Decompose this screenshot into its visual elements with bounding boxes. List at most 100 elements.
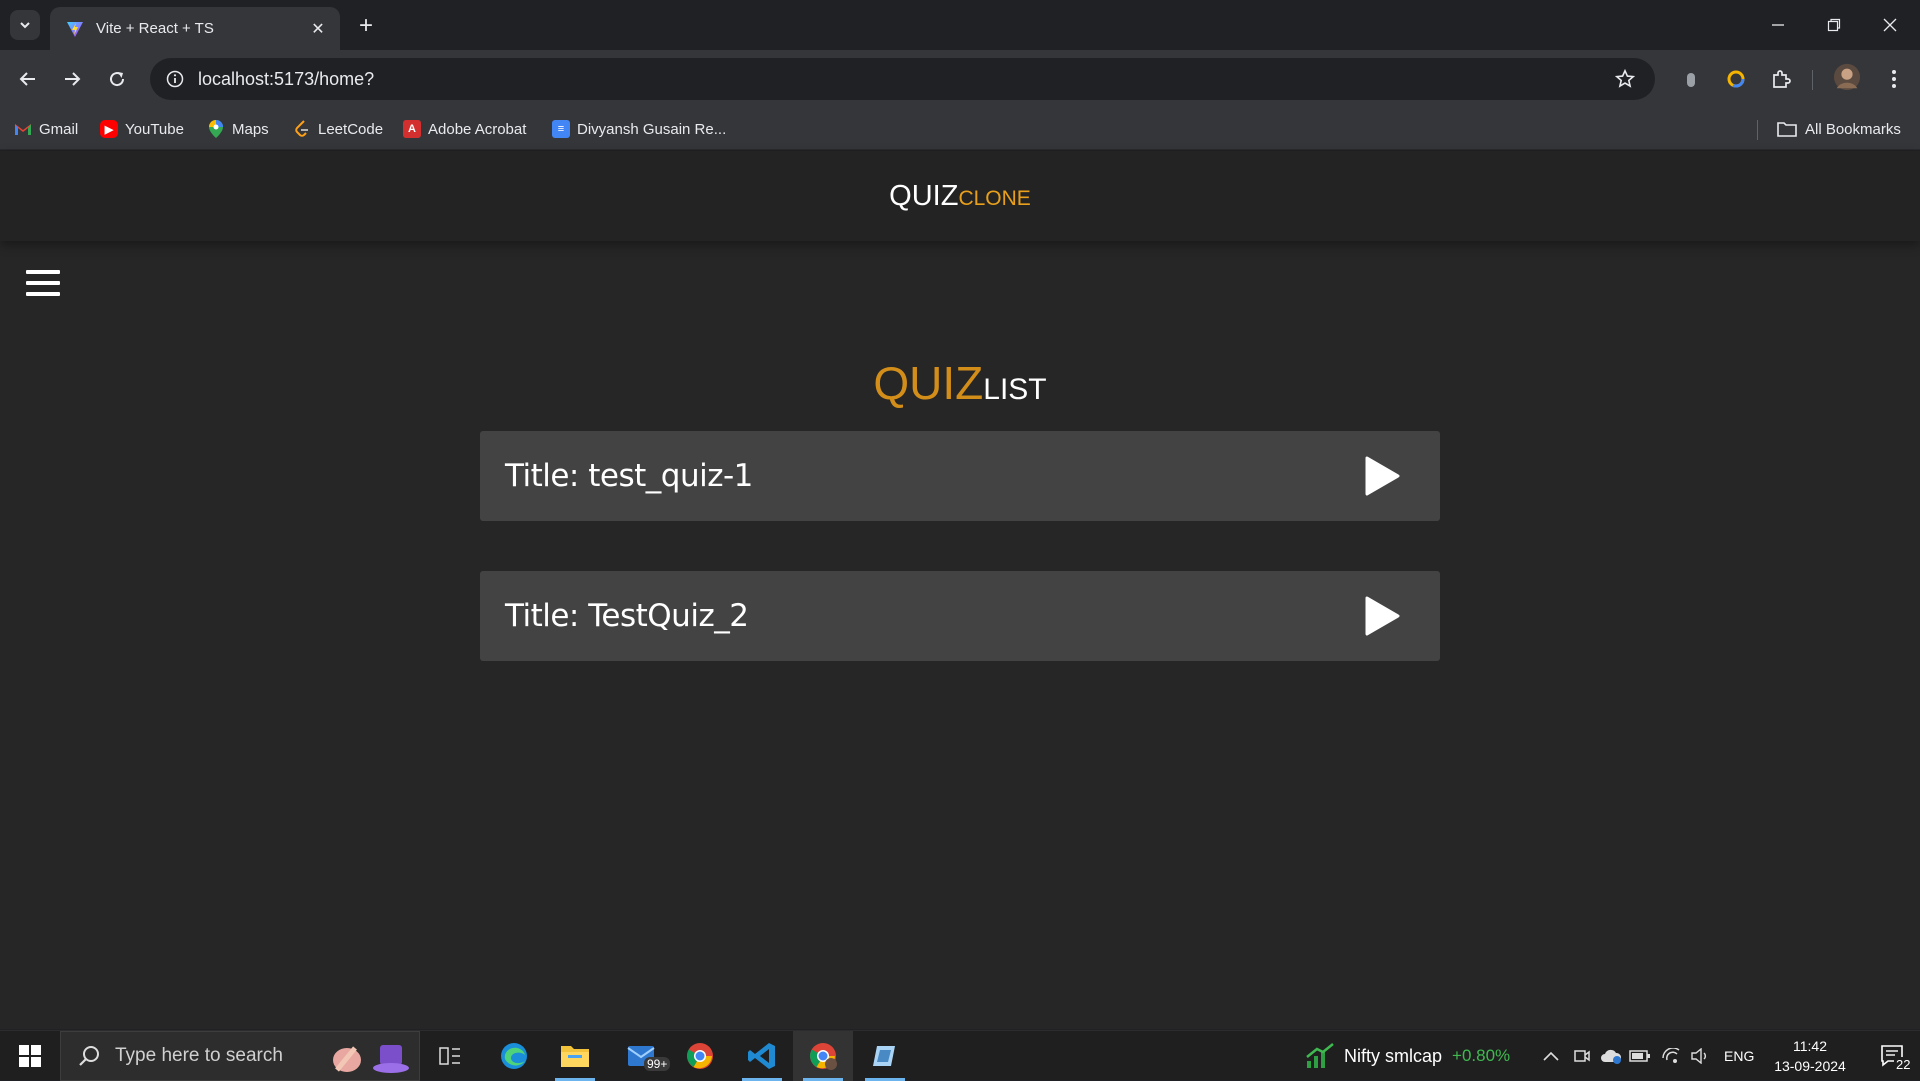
address-bar[interactable]: localhost:5173/home? xyxy=(150,58,1655,100)
notification-count: 22 xyxy=(1894,1057,1913,1072)
bookmark-label: Adobe Acrobat xyxy=(428,120,527,138)
brand-main: QUIZ xyxy=(889,179,959,212)
taskbar-chrome-profile[interactable] xyxy=(793,1031,853,1081)
browser-tab[interactable]: Vite + React + TS ✕ xyxy=(50,7,340,50)
chevron-down-icon xyxy=(20,22,30,29)
bookmark-adobe-acrobat[interactable]: A Adobe Acrobat xyxy=(403,108,526,150)
url-text[interactable]: localhost:5173/home? xyxy=(198,69,1613,90)
close-icon xyxy=(1883,18,1897,32)
tab-strip: Vite + React + TS ✕ + xyxy=(0,0,1920,50)
app-icon xyxy=(873,1046,895,1066)
bookmark-label: YouTube xyxy=(125,120,184,138)
taskbar-edge[interactable] xyxy=(484,1031,544,1081)
stock-change: +0.80% xyxy=(1452,1046,1511,1065)
docs-icon: ≡ xyxy=(552,120,570,138)
task-view-icon xyxy=(439,1047,460,1065)
wifi-icon[interactable] xyxy=(1660,1045,1682,1067)
onedrive-icon[interactable] xyxy=(1600,1045,1622,1067)
quiz-card[interactable]: Title: test_quiz-1 xyxy=(480,431,1440,521)
bookmarks-bar: Gmail ▶ YouTube Maps LeetCode A Adobe Ac… xyxy=(0,108,1920,150)
taskbar-vscode[interactable] xyxy=(732,1031,792,1081)
taskbar-mail[interactable]: 99+ xyxy=(612,1031,672,1081)
notification-center-button[interactable]: 22 xyxy=(1866,1031,1920,1081)
back-button[interactable] xyxy=(12,63,44,95)
minimize-button[interactable] xyxy=(1750,0,1806,50)
page-title-sub: LIST xyxy=(983,373,1047,406)
bookmark-leetcode[interactable]: LeetCode xyxy=(293,108,383,150)
menu-hamburger-icon[interactable] xyxy=(26,270,60,296)
bookmark-youtube[interactable]: ▶ YouTube xyxy=(100,108,184,150)
site-info-icon[interactable] xyxy=(164,68,186,90)
stock-widget[interactable]: Nifty smlcap +0.80% xyxy=(1344,1031,1510,1081)
taskbar-search-box[interactable]: Type here to search xyxy=(60,1031,420,1081)
clock-time: 11:42 xyxy=(1793,1038,1827,1054)
extensions-puzzle-icon[interactable] xyxy=(1767,65,1795,93)
all-bookmarks-button[interactable]: All Bookmarks xyxy=(1777,108,1901,150)
bookmark-star-icon[interactable] xyxy=(1613,67,1637,91)
bookmark-label: Gmail xyxy=(39,120,79,138)
leetcode-icon xyxy=(293,120,311,138)
close-window-button[interactable] xyxy=(1862,0,1918,50)
windows-icon xyxy=(19,1045,41,1067)
mail-badge: 99+ xyxy=(644,1057,671,1071)
app-header: QUIZCLONE xyxy=(0,151,1920,241)
restore-button[interactable] xyxy=(1806,0,1862,50)
more-menu-icon[interactable] xyxy=(1880,65,1908,93)
restore-icon xyxy=(1827,18,1841,32)
tab-close-icon[interactable]: ✕ xyxy=(306,17,330,41)
quiz-card[interactable]: Title: TestQuiz_2 xyxy=(480,571,1440,661)
taskbar-app[interactable] xyxy=(855,1031,915,1081)
arrow-right-icon xyxy=(65,72,81,86)
arrow-left-icon xyxy=(19,72,35,86)
gmail-icon xyxy=(14,120,32,138)
folder-icon xyxy=(561,1046,589,1067)
extension-circle-icon[interactable] xyxy=(1722,65,1750,93)
clock-date: 13-09-2024 xyxy=(1774,1058,1846,1074)
folder-icon xyxy=(1777,122,1797,137)
search-highlight-icon xyxy=(333,1045,409,1073)
vscode-icon xyxy=(748,1043,775,1069)
volume-icon[interactable] xyxy=(1689,1045,1711,1067)
quiz-title: Title: TestQuiz_2 xyxy=(505,598,749,634)
windows-taskbar: Type here to search 99+ Nifty smlcap +0.… xyxy=(0,1030,1920,1081)
play-icon[interactable] xyxy=(1364,596,1400,636)
search-placeholder: Type here to search xyxy=(115,1045,283,1066)
brand-sub: CLONE xyxy=(958,186,1031,210)
page-title-main: QUIZ xyxy=(873,357,984,409)
play-icon[interactable] xyxy=(1364,456,1400,496)
reload-button[interactable] xyxy=(101,63,133,95)
battery-icon[interactable] xyxy=(1629,1045,1651,1067)
browser-toolbar: localhost:5173/home? xyxy=(0,50,1920,108)
clock[interactable]: 11:42 13-09-2024 xyxy=(1755,1031,1865,1081)
tab-search-button[interactable] xyxy=(10,10,40,40)
search-icon xyxy=(79,1046,99,1066)
reload-icon xyxy=(110,72,125,87)
task-view-button[interactable] xyxy=(420,1031,480,1081)
youtube-icon: ▶ xyxy=(100,120,118,138)
app-logo[interactable]: QUIZCLONE xyxy=(889,180,1031,213)
acrobat-icon: A xyxy=(403,120,421,138)
bookmark-label: Divyansh Gusain Re... xyxy=(577,120,727,138)
bookmark-label: Maps xyxy=(232,120,269,138)
chevron-up-icon[interactable] xyxy=(1540,1045,1562,1067)
bookmark-maps[interactable]: Maps xyxy=(207,108,269,150)
forward-button[interactable] xyxy=(56,63,88,95)
bookmark-gmail[interactable]: Gmail xyxy=(14,108,78,150)
taskbar-file-explorer[interactable] xyxy=(545,1031,605,1081)
language-indicator[interactable]: ENG xyxy=(1724,1031,1754,1081)
taskbar-chrome[interactable] xyxy=(670,1031,730,1081)
maps-icon xyxy=(207,120,225,138)
chrome-icon xyxy=(687,1043,713,1069)
bookmark-label: LeetCode xyxy=(318,120,384,138)
stock-chart-icon xyxy=(1305,1041,1335,1071)
new-tab-button[interactable]: + xyxy=(352,12,380,40)
profile-avatar[interactable] xyxy=(1833,63,1861,91)
meet-now-icon[interactable] xyxy=(1571,1045,1593,1067)
start-button[interactable] xyxy=(0,1031,60,1081)
extension-icon[interactable] xyxy=(1677,65,1705,93)
vite-icon xyxy=(67,21,83,37)
tab-title: Vite + React + TS xyxy=(96,20,214,37)
stock-name: Nifty smlcap xyxy=(1344,1045,1443,1066)
edge-icon xyxy=(501,1043,527,1069)
bookmark-divyansh[interactable]: ≡ Divyansh Gusain Re... xyxy=(552,108,726,150)
